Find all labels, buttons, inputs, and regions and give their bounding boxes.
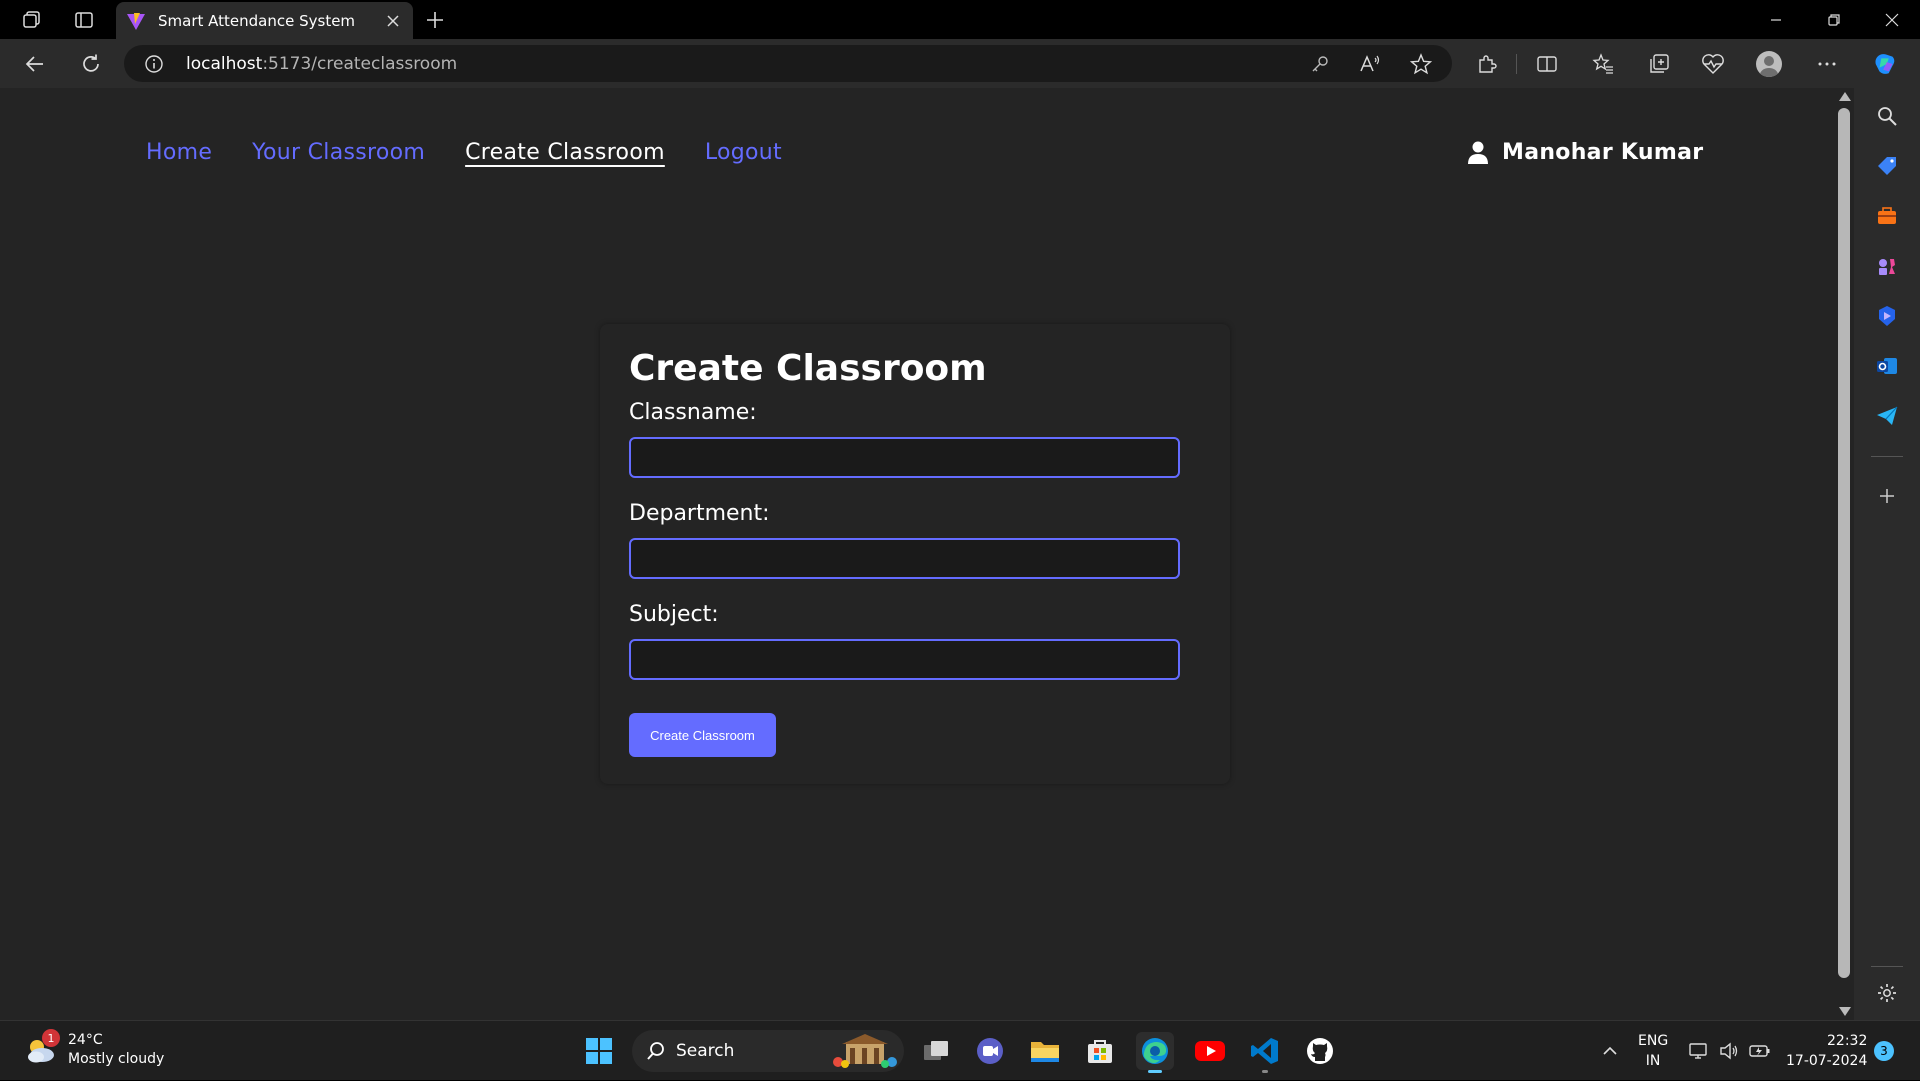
volume-icon[interactable] bbox=[1718, 1021, 1740, 1081]
scroll-up-arrow-icon[interactable] bbox=[1839, 92, 1851, 101]
taskbar-search-box[interactable]: Search bbox=[632, 1030, 904, 1072]
youtube-icon[interactable] bbox=[1191, 1032, 1229, 1070]
refresh-icon[interactable] bbox=[78, 51, 104, 77]
nav-link-home[interactable]: Home bbox=[146, 140, 212, 165]
weather-temperature: 24°C bbox=[68, 1032, 103, 1048]
close-window-icon[interactable] bbox=[1864, 0, 1920, 39]
user-info: Manohar Kumar bbox=[1468, 140, 1703, 165]
github-desktop-icon[interactable] bbox=[1301, 1032, 1339, 1070]
microsoft-store-icon[interactable] bbox=[1081, 1032, 1119, 1070]
favorites-icon[interactable] bbox=[1590, 51, 1616, 77]
taskbar-search-label: Search bbox=[676, 1041, 735, 1061]
vscode-icon[interactable] bbox=[1246, 1032, 1284, 1073]
toolbar-divider bbox=[1516, 54, 1517, 74]
extensions-icon[interactable] bbox=[1474, 51, 1500, 77]
more-options-icon[interactable] bbox=[1814, 51, 1840, 77]
browser-essentials-icon[interactable] bbox=[1700, 51, 1726, 77]
search-highlight-illustration-icon bbox=[830, 1034, 900, 1068]
nav-link-logout[interactable]: Logout bbox=[705, 140, 782, 165]
split-screen-icon[interactable] bbox=[1534, 51, 1560, 77]
vertical-tabs-icon[interactable] bbox=[72, 8, 96, 32]
clock-time: 22:32 bbox=[1827, 1033, 1868, 1049]
collections-icon[interactable] bbox=[1646, 51, 1672, 77]
games-chess-icon[interactable] bbox=[1873, 252, 1901, 280]
page-viewport: Home Your Classroom Create Classroom Log… bbox=[0, 88, 1834, 1020]
close-tab-icon[interactable] bbox=[383, 11, 403, 31]
taskbar-search-icon bbox=[646, 1041, 666, 1061]
weather-widget[interactable]: 1 24°C Mostly cloudy bbox=[24, 1029, 165, 1069]
windows-start-icon[interactable] bbox=[580, 1032, 618, 1070]
classname-label: Classname: bbox=[629, 400, 757, 425]
back-icon[interactable] bbox=[22, 51, 48, 77]
user-name: Manohar Kumar bbox=[1502, 140, 1704, 165]
read-aloud-icon[interactable] bbox=[1359, 53, 1381, 75]
copilot-sidebar-icon[interactable] bbox=[1873, 302, 1901, 330]
weather-alert-badge: 1 bbox=[42, 1029, 60, 1047]
browser-toolbar: localhost:5173/createclassroom bbox=[0, 39, 1920, 88]
vite-favicon-icon bbox=[126, 11, 146, 31]
favorite-star-icon[interactable] bbox=[1410, 53, 1432, 75]
add-sidebar-app-icon[interactable] bbox=[1873, 482, 1901, 510]
teams-meet-icon[interactable] bbox=[971, 1032, 1009, 1070]
running-indicator bbox=[1262, 1070, 1268, 1073]
site-navigation: Home Your Classroom Create Classroom Log… bbox=[146, 140, 782, 165]
system-clock[interactable]: 22:32 17-07-2024 bbox=[1786, 1031, 1867, 1071]
profile-avatar[interactable] bbox=[1756, 51, 1782, 77]
new-tab-icon[interactable] bbox=[422, 8, 448, 32]
address-bar[interactable]: localhost:5173/createclassroom bbox=[124, 45, 1452, 82]
edge-browser-icon[interactable] bbox=[1136, 1032, 1174, 1073]
form-title: Create Classroom bbox=[629, 348, 987, 389]
minimize-icon[interactable] bbox=[1748, 0, 1804, 39]
edge-sidebar bbox=[1854, 88, 1920, 1020]
password-key-icon[interactable] bbox=[1309, 53, 1331, 75]
department-input[interactable] bbox=[629, 538, 1180, 579]
site-info-icon[interactable] bbox=[144, 54, 164, 74]
task-view-icon[interactable] bbox=[917, 1032, 955, 1070]
page-scrollbar[interactable] bbox=[1834, 88, 1854, 1020]
outlook-icon[interactable] bbox=[1873, 352, 1901, 380]
active-tab[interactable]: Smart Attendance System bbox=[116, 2, 413, 39]
create-classroom-form: Create Classroom Classname: Department: … bbox=[600, 324, 1230, 784]
scroll-down-arrow-icon[interactable] bbox=[1839, 1007, 1851, 1016]
weather-description: Mostly cloudy bbox=[68, 1051, 165, 1067]
sidebar-search-icon[interactable] bbox=[1873, 102, 1901, 130]
user-icon bbox=[1468, 141, 1488, 165]
sidebar-divider-bottom bbox=[1871, 966, 1903, 967]
sidebar-divider bbox=[1871, 456, 1903, 457]
department-label: Department: bbox=[629, 501, 770, 526]
language-code: ENG bbox=[1638, 1033, 1669, 1049]
copilot-icon[interactable] bbox=[1872, 51, 1898, 77]
classname-input[interactable] bbox=[629, 437, 1180, 478]
network-icon[interactable] bbox=[1688, 1021, 1710, 1081]
windows-taskbar: 1 24°C Mostly cloudy Search ENG IN 22:32… bbox=[0, 1020, 1920, 1080]
input-language-indicator[interactable]: ENG IN bbox=[1638, 1031, 1668, 1071]
shopping-tag-icon[interactable] bbox=[1873, 152, 1901, 180]
browser-tab-bar: Smart Attendance System bbox=[0, 0, 1920, 39]
clock-date: 17-07-2024 bbox=[1786, 1053, 1868, 1069]
nav-link-your-classroom[interactable]: Your Classroom bbox=[252, 140, 425, 165]
create-classroom-button[interactable]: Create Classroom bbox=[629, 713, 776, 757]
workspaces-icon[interactable] bbox=[20, 8, 44, 32]
subject-input[interactable] bbox=[629, 639, 1180, 680]
sidebar-settings-gear-icon[interactable] bbox=[1873, 979, 1901, 1007]
file-explorer-icon[interactable] bbox=[1026, 1032, 1064, 1070]
restore-icon[interactable] bbox=[1806, 0, 1862, 39]
tools-briefcase-icon[interactable] bbox=[1873, 202, 1901, 230]
scrollbar-thumb[interactable] bbox=[1838, 108, 1850, 978]
cloudy-weather-icon: 1 bbox=[24, 1029, 60, 1067]
running-indicator bbox=[1148, 1070, 1162, 1073]
nav-link-create-classroom[interactable]: Create Classroom bbox=[465, 140, 665, 165]
subject-label: Subject: bbox=[629, 602, 719, 627]
show-hidden-icons-chevron-icon[interactable] bbox=[1598, 1021, 1622, 1081]
telegram-send-icon[interactable] bbox=[1873, 402, 1901, 430]
tab-title: Smart Attendance System bbox=[158, 11, 356, 30]
region-code: IN bbox=[1645, 1053, 1661, 1069]
url-text[interactable]: localhost:5173/createclassroom bbox=[186, 54, 457, 74]
notification-count-badge[interactable]: 3 bbox=[1874, 1041, 1894, 1061]
battery-icon[interactable] bbox=[1748, 1021, 1772, 1081]
